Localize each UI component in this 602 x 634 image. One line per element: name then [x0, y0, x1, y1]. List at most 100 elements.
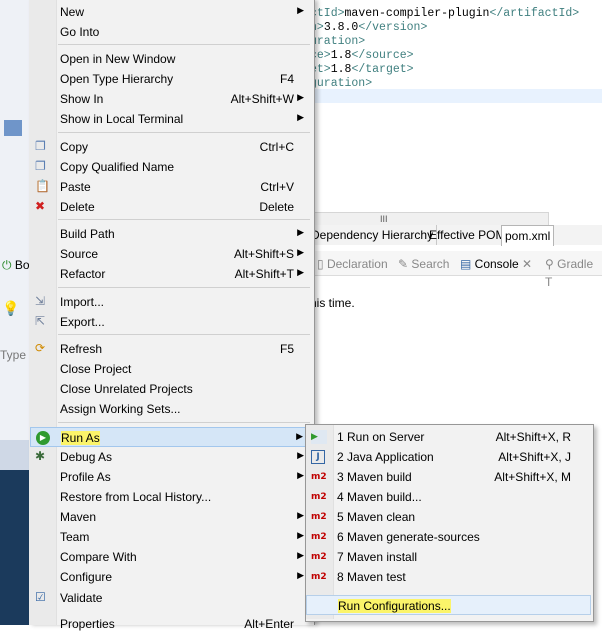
menu-item-label: Export... — [60, 315, 105, 329]
menu-item-label: Compare With — [60, 550, 137, 564]
paste-icon: 📋 — [35, 179, 50, 193]
submenu-arrow-icon: ▶ — [297, 227, 304, 237]
menu-item-close-project[interactable]: Close Project — [30, 359, 312, 379]
shortcut-label: Delete — [259, 200, 294, 214]
menu-item-show-in-local-terminal[interactable]: Show in Local Terminal ▶ — [30, 109, 312, 129]
scrollbar-grip[interactable]: III — [380, 214, 388, 224]
horizontal-scrollbar[interactable] — [305, 212, 549, 226]
submenu-item-3-maven-build[interactable]: m2 3 Maven build Alt+Shift+X, M — [306, 467, 591, 487]
menu-item-label: Source — [60, 247, 99, 261]
submenu-item-label: 8 Maven test — [337, 570, 406, 584]
import-icon: ⇲ — [35, 294, 46, 308]
submenu-arrow-icon: ▶ — [297, 247, 304, 257]
editor-current-line — [300, 89, 602, 103]
menu-item-properties[interactable]: Properties Alt+Enter — [30, 614, 312, 634]
submenu-arrow-icon: ▶ — [296, 431, 303, 441]
menu-item-open-type-hierarchy[interactable]: Open Type Hierarchy F4 — [30, 69, 312, 89]
editor-line: ce>1.8</source> — [310, 49, 414, 62]
menu-separator — [58, 422, 310, 423]
submenu-arrow-icon: ▶ — [297, 267, 304, 277]
submenu-item-5-maven-clean[interactable]: m2 5 Maven clean — [306, 507, 591, 527]
menu-item-refresh[interactable]: ⟳ Refresh F5 — [30, 339, 312, 359]
menu-item-delete[interactable]: ✖ Delete Delete — [30, 197, 312, 217]
menu-item-restore-from-local-history[interactable]: Restore from Local History... — [30, 487, 312, 507]
tab-dependency-hierarchy[interactable]: Dependency Hierarchy — [308, 225, 438, 245]
shortcut-label: Alt+Shift+S — [233, 247, 294, 261]
menu-item-import[interactable]: ⇲ Import... — [30, 292, 312, 312]
tab-search[interactable]: ✎ Search — [398, 255, 449, 273]
menu-item-source[interactable]: Source Alt+Shift+S ▶ — [30, 244, 312, 264]
menu-item-label: Go Into — [60, 25, 100, 39]
tab-gradle[interactable]: ⚲ Gradle T — [545, 255, 602, 289]
pom-editor-tabs: Dependency Hierarchy Effective POM pom.x… — [305, 225, 602, 246]
tab-pom-xml[interactable]: pom.xml — [501, 225, 555, 246]
shortcut-label: Alt+Enter — [244, 617, 294, 631]
pom-editor[interactable]: ctId>maven-compiler-plugin</artifactId> … — [300, 0, 602, 212]
menu-item-validate[interactable]: ☑ Validate — [30, 588, 312, 608]
menu-item-configure[interactable]: Configure ▶ — [30, 567, 312, 587]
submenu-arrow-icon: ▶ — [297, 112, 304, 122]
editor-line: n>3.8.0</version> — [310, 21, 428, 34]
menu-item-maven[interactable]: Maven ▶ — [30, 507, 312, 527]
submenu-item-8-maven-test[interactable]: m2 8 Maven test — [306, 567, 591, 587]
submenu-item-label: 6 Maven generate-sources — [337, 530, 480, 544]
menu-item-label: Copy — [60, 140, 89, 154]
submenu-item-label: 3 Maven build — [337, 470, 412, 484]
submenu-item-6-maven-generate-sources[interactable]: m2 6 Maven generate-sources — [306, 527, 591, 547]
menu-item-show-in[interactable]: Show In Alt+Shift+W ▶ — [30, 89, 312, 109]
menu-item-label: Close Project — [60, 362, 132, 376]
menu-item-open-in-new-window[interactable]: Open in New Window — [30, 49, 312, 69]
submenu-item-label: 5 Maven clean — [337, 510, 416, 524]
submenu-item-4-maven-build[interactable]: m2 4 Maven build... — [306, 487, 591, 507]
submenu-item-1-run-on-server[interactable]: ▶ 1 Run on Server Alt+Shift+X, R — [306, 427, 591, 447]
menu-item-label: Paste — [60, 180, 91, 194]
submenu-arrow-icon: ▶ — [297, 550, 304, 560]
menu-item-new[interactable]: New ▶ — [30, 2, 312, 22]
menu-item-debug-as[interactable]: ✱ Debug As ▶ — [30, 447, 312, 467]
submenu-item-label: 1 Run on Server — [337, 430, 425, 444]
close-icon[interactable]: ✕ — [522, 257, 532, 271]
menu-item-refactor[interactable]: Refactor Alt+Shift+T ▶ — [30, 264, 312, 284]
menu-item-copy-qualified-name[interactable]: ❐ Copy Qualified Name — [30, 157, 312, 177]
maven-icon: m2 — [311, 492, 327, 502]
tab-effective-pom[interactable]: Effective POM — [426, 225, 510, 245]
menu-item-assign-working-sets[interactable]: Assign Working Sets... — [30, 399, 312, 419]
submenu-item-run-configurations[interactable]: Run Configurations... — [306, 595, 591, 615]
submenu-item-7-maven-install[interactable]: m2 7 Maven install — [306, 547, 591, 567]
console-output: his time. — [310, 296, 355, 310]
submenu-item-2-java-application[interactable]: J 2 Java Application Alt+Shift+X, J — [306, 447, 591, 467]
menu-item-label: Import... — [60, 295, 105, 309]
menu-separator — [58, 334, 310, 335]
menu-item-paste[interactable]: 📋 Paste Ctrl+V — [30, 177, 312, 197]
menu-item-label: Show In — [60, 92, 104, 106]
menu-item-label: Copy Qualified Name — [60, 160, 175, 174]
menu-item-label: Properties — [60, 617, 115, 631]
menu-item-go-into[interactable]: Go Into — [30, 22, 312, 42]
tab-declaration[interactable]: ▯ Declaration — [317, 255, 388, 273]
run-icon: ▶ — [36, 431, 50, 445]
refresh-icon: ⟳ — [35, 341, 46, 355]
menu-item-label: Refactor — [60, 267, 106, 281]
menu-item-label: Profile As — [60, 470, 111, 484]
editor-line: et>1.8</target> — [310, 63, 414, 76]
lightbulb-icon[interactable]: 💡 — [2, 300, 19, 317]
menu-item-label: Team — [60, 530, 90, 544]
maven-icon: m2 — [311, 552, 327, 562]
menu-item-team[interactable]: Team ▶ — [30, 527, 312, 547]
menu-item-export[interactable]: ⇱ Export... — [30, 312, 312, 332]
menu-item-profile-as[interactable]: Profile As ▶ — [30, 467, 312, 487]
type-filter-input[interactable]: Type t — [0, 348, 33, 362]
menu-item-build-path[interactable]: Build Path ▶ — [30, 224, 312, 244]
gradle-icon: ⚲ — [545, 257, 558, 271]
shortcut-label: Alt+Shift+X, J — [498, 450, 571, 464]
submenu-arrow-icon: ▶ — [297, 450, 304, 460]
menu-item-run-as[interactable]: ▶ Run As ▶ — [30, 427, 312, 447]
shortcut-label: Alt+Shift+X, M — [494, 470, 571, 484]
tab-console[interactable]: ▤ Console ✕ — [460, 255, 532, 273]
maven-icon: m2 — [311, 572, 327, 582]
menu-item-compare-with[interactable]: Compare With ▶ — [30, 547, 312, 567]
menu-item-label: Maven — [60, 510, 97, 524]
menu-item-close-unrelated-projects[interactable]: Close Unrelated Projects — [30, 379, 312, 399]
menu-item-copy[interactable]: ❐ Copy Ctrl+C — [30, 137, 312, 157]
menu-separator — [58, 44, 310, 45]
